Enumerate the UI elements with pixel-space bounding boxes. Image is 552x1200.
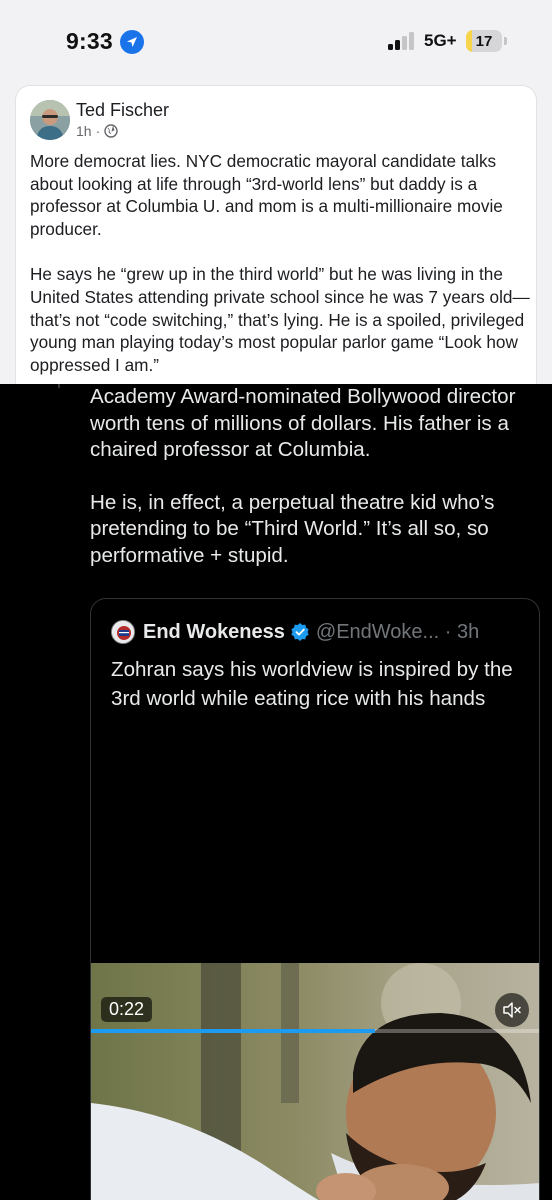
quoted-handle-time: @EndWoke... · 3h <box>315 620 480 643</box>
video-player[interactable] <box>91 963 539 1200</box>
video-frame <box>91 963 539 1200</box>
verified-badge-icon <box>291 623 309 641</box>
globe-icon <box>104 124 118 138</box>
signal-bar <box>388 44 393 50</box>
status-bar: 9:33 5G+ 17 <box>0 0 552 82</box>
x-paragraph: Academy Award-nominated Bollywood direct… <box>90 385 516 462</box>
signal-bar <box>402 36 407 50</box>
network-type: 5G+ <box>424 31 457 50</box>
status-time: 9:33 <box>66 28 113 54</box>
author-name[interactable]: Ted Fischer <box>76 100 169 121</box>
video-progress-fill <box>91 1029 375 1033</box>
speaker-muted-icon <box>503 1002 521 1018</box>
thread-line <box>58 384 60 388</box>
embedded-x-post: Academy Award-nominated Bollywood direct… <box>0 384 552 1200</box>
x-paragraph: He is, in effect, a perpetual theatre ki… <box>90 490 495 567</box>
signal-bar <box>409 32 414 50</box>
post-meta: 1h · <box>76 123 118 139</box>
x-post-text: Academy Award-nominated Bollywood direct… <box>90 384 546 570</box>
video-time: 0:22 <box>101 997 153 1022</box>
battery-percent: 17 <box>475 33 493 50</box>
meta-separator: · <box>95 123 101 139</box>
quoted-post-header: End Wokeness @EndWoke... · 3h <box>111 619 479 645</box>
battery-icon: 17 <box>466 30 502 52</box>
video-progress-track[interactable] <box>91 1029 539 1033</box>
location-arrow-icon <box>120 30 144 54</box>
post-body: More democrat lies. NYC democratic mayor… <box>30 150 530 376</box>
avatar[interactable] <box>30 100 70 140</box>
quoted-post-text: Zohran says his worldview is inspired by… <box>111 658 513 711</box>
post-time[interactable]: 1h <box>76 123 92 139</box>
cellular-signal-icon <box>388 32 418 50</box>
quoted-author-name[interactable]: End Wokeness <box>143 621 285 644</box>
post-paragraph: He says he “grew up in the third world” … <box>30 264 530 375</box>
post-card: Ted Fischer 1h · More democrat lies. NYC… <box>16 86 536 396</box>
post-paragraph: More democrat lies. NYC democratic mayor… <box>30 151 503 239</box>
quoted-post-card[interactable]: End Wokeness @EndWoke... · 3h Zohran say… <box>90 598 540 1200</box>
quoted-avatar[interactable] <box>111 620 135 644</box>
signal-bar <box>395 40 400 50</box>
mute-button[interactable] <box>495 993 529 1027</box>
battery-cap <box>504 37 507 45</box>
